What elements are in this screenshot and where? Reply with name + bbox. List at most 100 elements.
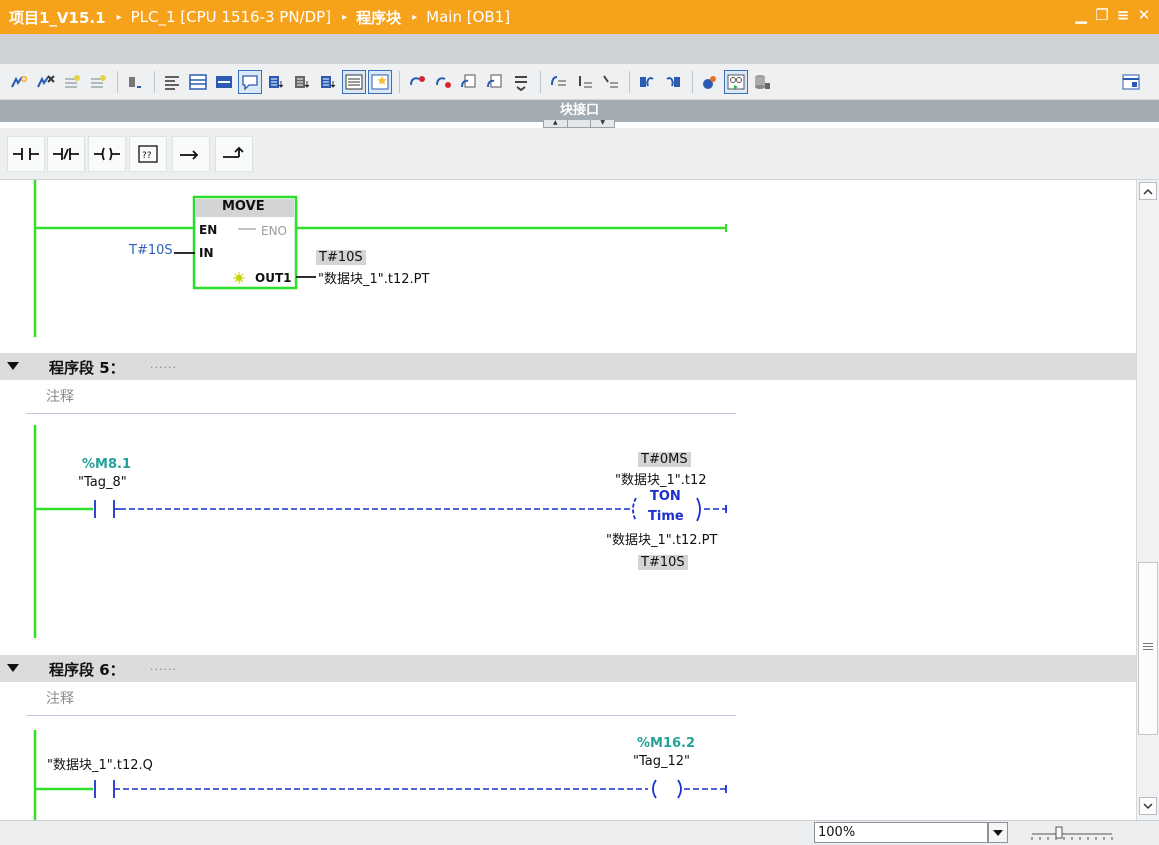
interface-splitter-handle[interactable]: ▲ ▼ bbox=[543, 120, 615, 128]
network5-title-placeholder[interactable]: ...... bbox=[150, 358, 177, 371]
connect-icon bbox=[410, 75, 425, 85]
chevron-down-icon bbox=[993, 829, 1003, 836]
database-button[interactable] bbox=[750, 70, 774, 94]
timer-pt-tag[interactable]: "数据块_1".t12.PT bbox=[606, 529, 717, 548]
chevron-up-icon bbox=[1143, 188, 1153, 195]
contact-m8-1-tag[interactable]: "Tag_8" bbox=[78, 475, 127, 490]
network6-header[interactable]: 程序段 6： ...... bbox=[0, 655, 1136, 682]
tags-button[interactable] bbox=[698, 70, 722, 94]
comment-button[interactable] bbox=[238, 69, 262, 94]
zoom-dropdown-button[interactable] bbox=[988, 822, 1008, 843]
layout-button[interactable] bbox=[1119, 70, 1143, 94]
step-display-2-button[interactable] bbox=[290, 70, 314, 94]
delete-network-button[interactable] bbox=[34, 70, 58, 94]
minimize-button[interactable]: ▁ bbox=[1074, 6, 1088, 24]
close-button[interactable]: ✕ bbox=[1137, 6, 1151, 24]
step-display-3-button[interactable] bbox=[316, 70, 340, 94]
all-networks-button[interactable] bbox=[342, 69, 366, 94]
first-network-button[interactable] bbox=[546, 70, 570, 94]
vertical-scrollbar[interactable] bbox=[1136, 180, 1159, 820]
move-en-pin: EN bbox=[199, 223, 218, 237]
breadcrumb-program-blocks[interactable]: 程序块 bbox=[356, 7, 401, 28]
insert-network-button[interactable] bbox=[8, 70, 32, 94]
breadcrumb-plc[interactable]: PLC_1 [CPU 1516-3 PN/DP] bbox=[131, 8, 331, 26]
collapse-caret-icon[interactable] bbox=[7, 362, 19, 371]
zoom-slider[interactable] bbox=[1030, 824, 1114, 842]
all-networks-icon bbox=[345, 74, 363, 89]
timer-db-tag[interactable]: "数据块_1".t12 bbox=[615, 469, 707, 488]
update-right-button[interactable] bbox=[661, 70, 685, 94]
restore-icon: ❐ bbox=[1095, 6, 1109, 24]
network-comments-button[interactable] bbox=[186, 70, 210, 94]
insert-row-button[interactable] bbox=[60, 70, 84, 94]
no-contact-icon bbox=[13, 148, 39, 160]
network6-comment[interactable]: 注释 bbox=[26, 688, 736, 716]
favorites-star-button[interactable] bbox=[368, 69, 392, 94]
network6-title-placeholder[interactable]: ...... bbox=[150, 660, 177, 673]
connect-button[interactable] bbox=[405, 70, 429, 94]
minimize-icon: ▁ bbox=[1075, 6, 1087, 24]
delete-connect-icon bbox=[436, 76, 451, 88]
move-out-tag[interactable]: "数据块_1".t12.PT bbox=[318, 268, 429, 287]
toolbar-separator bbox=[154, 70, 155, 93]
contact-m8-1[interactable] bbox=[94, 500, 120, 518]
prev-network-button[interactable] bbox=[598, 70, 622, 94]
ladder-editor[interactable]: MOVE EN ENO IN OUT1 T#10S T#10S "数据块_1".… bbox=[0, 180, 1136, 820]
update-left-icon bbox=[640, 76, 654, 87]
delete-network-icon bbox=[37, 74, 55, 87]
breadcrumb-main[interactable]: Main [OB1] bbox=[426, 8, 510, 26]
monitoring-button[interactable] bbox=[724, 69, 748, 94]
move-in-value[interactable]: T#10S bbox=[129, 243, 173, 258]
coil-button[interactable] bbox=[88, 136, 126, 172]
move-out-monitor-value: T#10S bbox=[316, 250, 366, 265]
breadcrumb-project[interactable]: 项目1_V15.1 bbox=[9, 7, 106, 28]
zoom-slider-thumb[interactable] bbox=[1055, 826, 1063, 839]
scroll-down-button[interactable] bbox=[1139, 797, 1157, 815]
go-to-error-button[interactable] bbox=[457, 70, 481, 94]
next-network-button[interactable] bbox=[572, 70, 596, 94]
nc-contact-button[interactable] bbox=[47, 136, 85, 172]
network5-comment[interactable]: 注释 bbox=[26, 386, 736, 414]
network5-header[interactable]: 程序段 5： ...... bbox=[0, 353, 1136, 380]
collapse-caret-icon[interactable] bbox=[7, 664, 19, 673]
absolute-operands-button[interactable] bbox=[160, 70, 184, 94]
go-to-error-next-button[interactable] bbox=[483, 70, 507, 94]
splitter-center-icon bbox=[568, 120, 592, 127]
lock-button[interactable] bbox=[123, 70, 147, 94]
next-network-icon bbox=[579, 75, 592, 87]
coil-m16-2-tag[interactable]: "Tag_12" bbox=[633, 754, 690, 769]
layout-icon bbox=[1122, 74, 1140, 90]
favorites-button[interactable] bbox=[212, 70, 236, 94]
scroll-up-button[interactable] bbox=[1139, 182, 1157, 200]
menu-button[interactable]: ≡ bbox=[1116, 6, 1130, 24]
network-comments-icon bbox=[189, 73, 207, 90]
contact-t12-q-tag[interactable]: "数据块_1".t12.Q bbox=[47, 754, 153, 773]
coil-icon bbox=[94, 147, 120, 161]
first-network-icon bbox=[551, 75, 566, 85]
svg-text:??: ?? bbox=[142, 151, 152, 161]
empty-box-button[interactable]: ?? bbox=[129, 136, 167, 172]
update-right-icon bbox=[666, 76, 680, 87]
coil-m16-2[interactable] bbox=[652, 779, 682, 799]
restore-button[interactable]: ❐ bbox=[1095, 6, 1109, 24]
contact-m8-1-address: %M8.1 bbox=[82, 457, 131, 472]
add-row-button[interactable] bbox=[86, 70, 110, 94]
title-bar: 项目1_V15.1 ▸ PLC_1 [CPU 1516-3 PN/DP] ▸ 程… bbox=[0, 0, 1159, 34]
update-left-button[interactable] bbox=[635, 70, 659, 94]
menu-icon: ≡ bbox=[1116, 6, 1130, 24]
monitor-button[interactable] bbox=[509, 70, 533, 94]
open-branch-button[interactable] bbox=[172, 136, 210, 172]
scroll-thumb[interactable] bbox=[1138, 562, 1158, 735]
absolute-operands-icon bbox=[165, 75, 179, 90]
delete-connect-button[interactable] bbox=[431, 70, 455, 94]
go-to-error-next-icon bbox=[487, 74, 502, 87]
close-branch-button[interactable] bbox=[215, 136, 253, 172]
zoom-level-field[interactable]: 100% bbox=[814, 822, 988, 843]
empty-box-icon: ?? bbox=[138, 145, 158, 163]
no-contact-button[interactable] bbox=[7, 136, 45, 172]
block-interface-bar[interactable]: 块接口 bbox=[0, 100, 1159, 122]
contact-t12-q[interactable] bbox=[94, 780, 115, 798]
favorites-icon bbox=[216, 75, 232, 88]
add-row-icon bbox=[91, 74, 106, 88]
step-display-button[interactable] bbox=[264, 70, 288, 94]
